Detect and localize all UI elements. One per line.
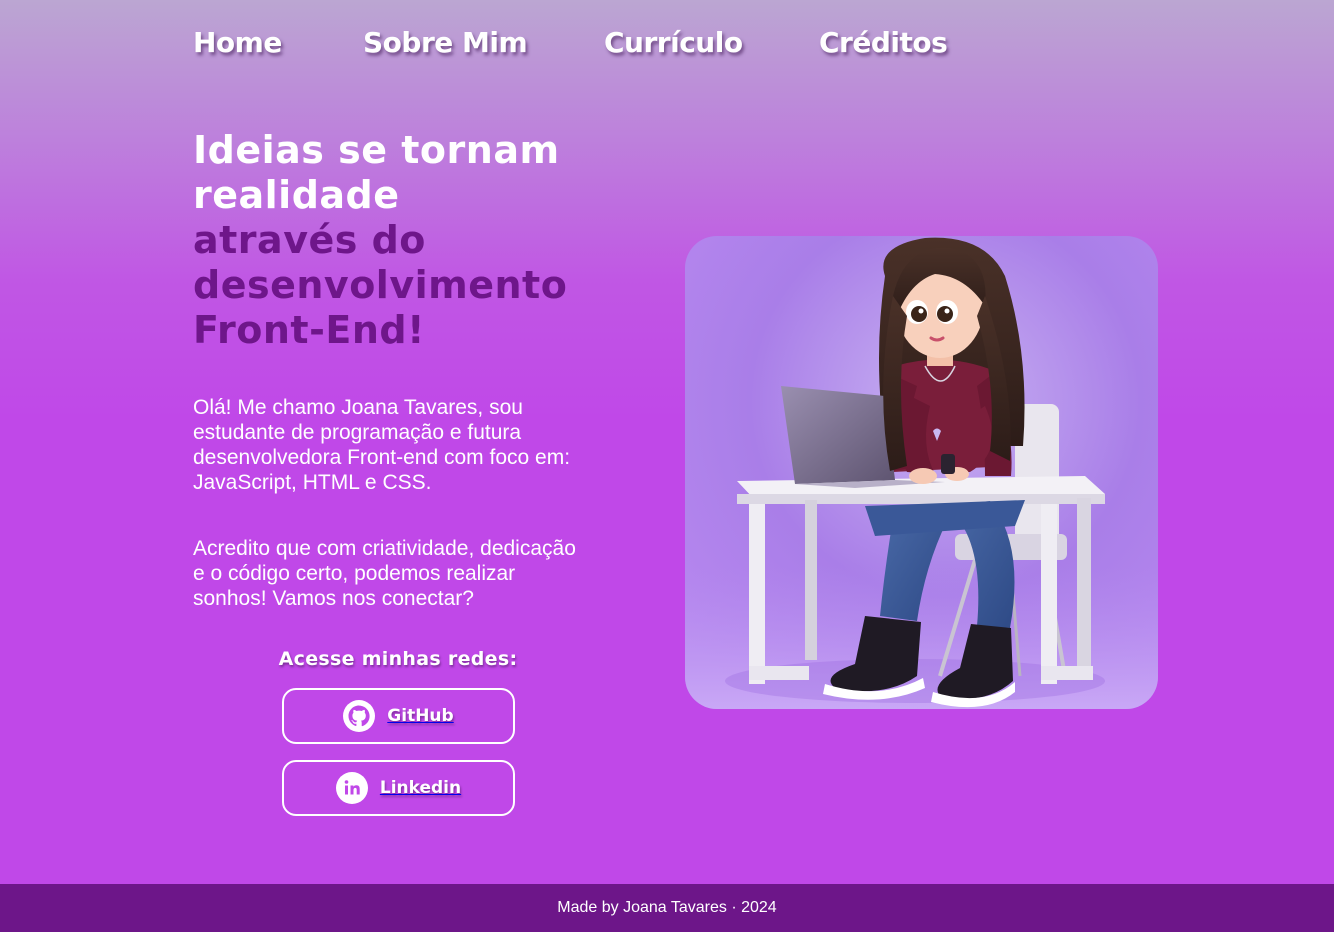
linkedin-icon (335, 772, 368, 804)
nav-creditos-link[interactable]: Créditos (819, 26, 948, 59)
headline-line-2: realidade (193, 173, 400, 217)
headline-line-1: Ideias se tornam (193, 128, 560, 172)
hero-illustration (685, 236, 1158, 709)
social-title: Acesse minhas redes: (278, 648, 518, 670)
nav-curriculo-link[interactable]: Currículo (604, 26, 743, 59)
headline-line-3: através do (193, 218, 426, 262)
github-icon (343, 700, 376, 732)
hero-headline: Ideias se tornam realidade através do de… (193, 128, 613, 353)
headline-line-4: desenvolvimento (193, 263, 568, 307)
footer: Made by Joana Tavares · 2024 (0, 884, 1334, 932)
hero-section: Ideias se tornam realidade através do de… (193, 128, 613, 353)
github-button-label: GitHub (387, 706, 454, 726)
footer-text: Made by Joana Tavares · 2024 (557, 899, 777, 916)
motivation-paragraph: Acredito que com criatividade, dedicação… (193, 537, 576, 610)
linkedin-button-label: Linkedin (379, 778, 462, 798)
github-button[interactable]: GitHub (282, 688, 515, 744)
nav-sobre-mim-link[interactable]: Sobre Mim (363, 26, 528, 59)
headline-line-5: Front-End! (193, 308, 425, 352)
intro-paragraph: Olá! Me chamo Joana Tavares, sou estudan… (193, 396, 571, 494)
linkedin-button[interactable]: Linkedin (282, 760, 515, 816)
nav-home-link[interactable]: Home (193, 26, 282, 59)
